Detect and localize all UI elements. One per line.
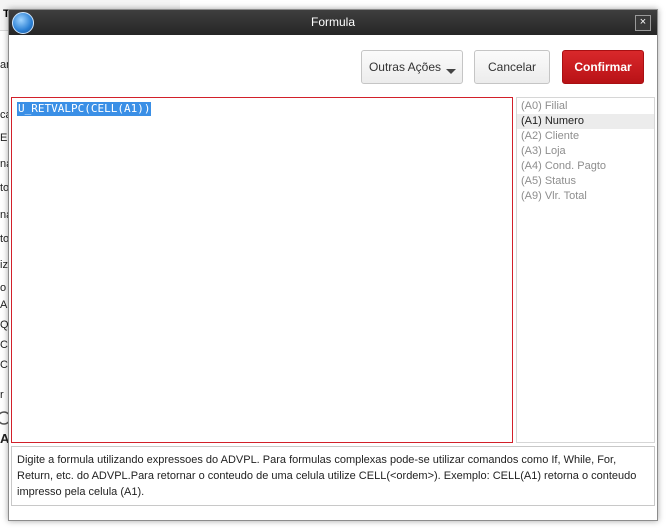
confirm-button[interactable]: Confirmar [562, 50, 644, 84]
outras-acoes-button[interactable]: Outras Ações [361, 50, 463, 84]
field-list-item[interactable]: (A9) Vlr. Total [517, 189, 654, 204]
close-button[interactable]: × [635, 15, 651, 31]
chevron-down-icon [446, 69, 456, 74]
help-text-box: Digite a formula utilizando expressoes d… [11, 446, 655, 506]
dialog-titlebar[interactable]: Formula × [9, 10, 657, 35]
help-text: Digite a formula utilizando expressoes d… [17, 454, 637, 498]
cell-field-list[interactable]: (A0) Filial (A1) Numero (A2) Cliente (A3… [516, 97, 655, 443]
field-list-item[interactable]: (A3) Loja [517, 144, 654, 159]
field-list-item[interactable]: (A0) Filial [517, 99, 654, 114]
formula-text[interactable]: U_RETVALPC(CELL(A1)) [17, 102, 152, 116]
field-list-item[interactable]: (A5) Status [517, 174, 654, 189]
dialog-title: Formula [310, 15, 355, 29]
field-list-item[interactable]: (A2) Cliente [517, 129, 654, 144]
formula-editor[interactable]: U_RETVALPC(CELL(A1)) [11, 97, 513, 443]
field-list-item[interactable]: (A4) Cond. Pagto [517, 159, 654, 174]
cancel-button[interactable]: Cancelar [474, 50, 550, 84]
dialog-toolbar: Outras Ações Cancelar Confirmar [9, 35, 657, 97]
field-list-item-selected[interactable]: (A1) Numero [517, 114, 654, 129]
formula-dialog: Formula × Outras Ações Cancelar Confirma… [8, 9, 658, 521]
outras-acoes-label: Outras Ações [368, 60, 442, 74]
